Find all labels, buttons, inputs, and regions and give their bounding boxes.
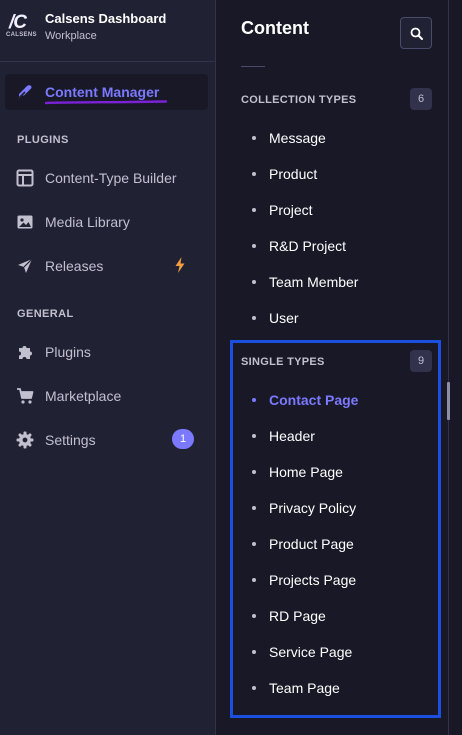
- nav-marketplace[interactable]: Marketplace: [5, 378, 208, 414]
- collection-type-label: User: [269, 310, 299, 326]
- panel-divider: [241, 66, 265, 67]
- collection-type-label: R&D Project: [269, 238, 347, 254]
- brand-subtitle: Workplace: [45, 30, 97, 42]
- layout-icon: [16, 169, 34, 187]
- panel-title: Content: [241, 18, 309, 38]
- nav-content-type-builder-label: Content-Type Builder: [45, 170, 177, 186]
- nav-plugins[interactable]: Plugins: [5, 334, 208, 370]
- bullet: [252, 244, 256, 248]
- settings-notification-badge: 1: [172, 429, 194, 449]
- bullet: [252, 280, 256, 284]
- bullet: [252, 208, 256, 212]
- section-plugins-heading: PLUGINS: [17, 134, 69, 146]
- section-general-heading: GENERAL: [17, 308, 74, 320]
- nav-plugins-label: Plugins: [45, 344, 91, 360]
- single-types-highlight: [230, 340, 441, 718]
- scrollbar-track[interactable]: [448, 0, 462, 735]
- brand-title: Calsens Dashboard: [45, 11, 167, 26]
- nav-marketplace-label: Marketplace: [45, 388, 122, 404]
- brand-header: /C CALSENS Calsens Dashboard Workplace: [0, 0, 216, 62]
- collection-type-label: Product: [269, 166, 318, 182]
- nav-media-library[interactable]: Media Library: [5, 204, 208, 240]
- brand-logo: /C CALSENS: [6, 12, 36, 42]
- collection-types-count: 6: [410, 88, 432, 110]
- nav-content-type-builder[interactable]: Content-Type Builder: [5, 160, 208, 196]
- nav-releases[interactable]: Releases: [5, 248, 208, 284]
- collection-type-label: Project: [269, 202, 313, 218]
- collection-types-heading[interactable]: COLLECTION TYPES: [241, 94, 356, 106]
- collection-type-label: Team Member: [269, 274, 359, 290]
- bullet: [252, 136, 256, 140]
- annotation-underline: [45, 100, 167, 105]
- puzzle-icon: [19, 346, 32, 359]
- nav-content-manager-label: Content Manager: [45, 84, 160, 100]
- nav-content-manager[interactable]: Content Manager: [5, 74, 208, 110]
- cart-icon: [17, 388, 34, 404]
- nav-releases-label: Releases: [45, 258, 104, 274]
- gear-icon: [16, 431, 34, 449]
- search-icon: [410, 27, 423, 40]
- logo-mark: /C: [9, 12, 27, 33]
- feather-icon: [17, 85, 32, 100]
- lightning-icon: [175, 257, 185, 273]
- search-button[interactable]: [400, 17, 432, 49]
- bullet: [252, 316, 256, 320]
- collection-type-label: Message: [269, 130, 326, 146]
- image-icon: [17, 215, 33, 229]
- paper-plane-icon: [18, 258, 33, 273]
- nav-settings-label: Settings: [45, 432, 96, 448]
- scrollbar-thumb[interactable]: [447, 382, 450, 420]
- nav-settings[interactable]: Settings 1: [5, 422, 208, 458]
- bullet: [252, 172, 256, 176]
- main-sidebar: /C CALSENS Calsens Dashboard Workplace C…: [0, 0, 216, 735]
- logo-text: CALSENS: [6, 32, 37, 38]
- nav-media-library-label: Media Library: [45, 214, 130, 230]
